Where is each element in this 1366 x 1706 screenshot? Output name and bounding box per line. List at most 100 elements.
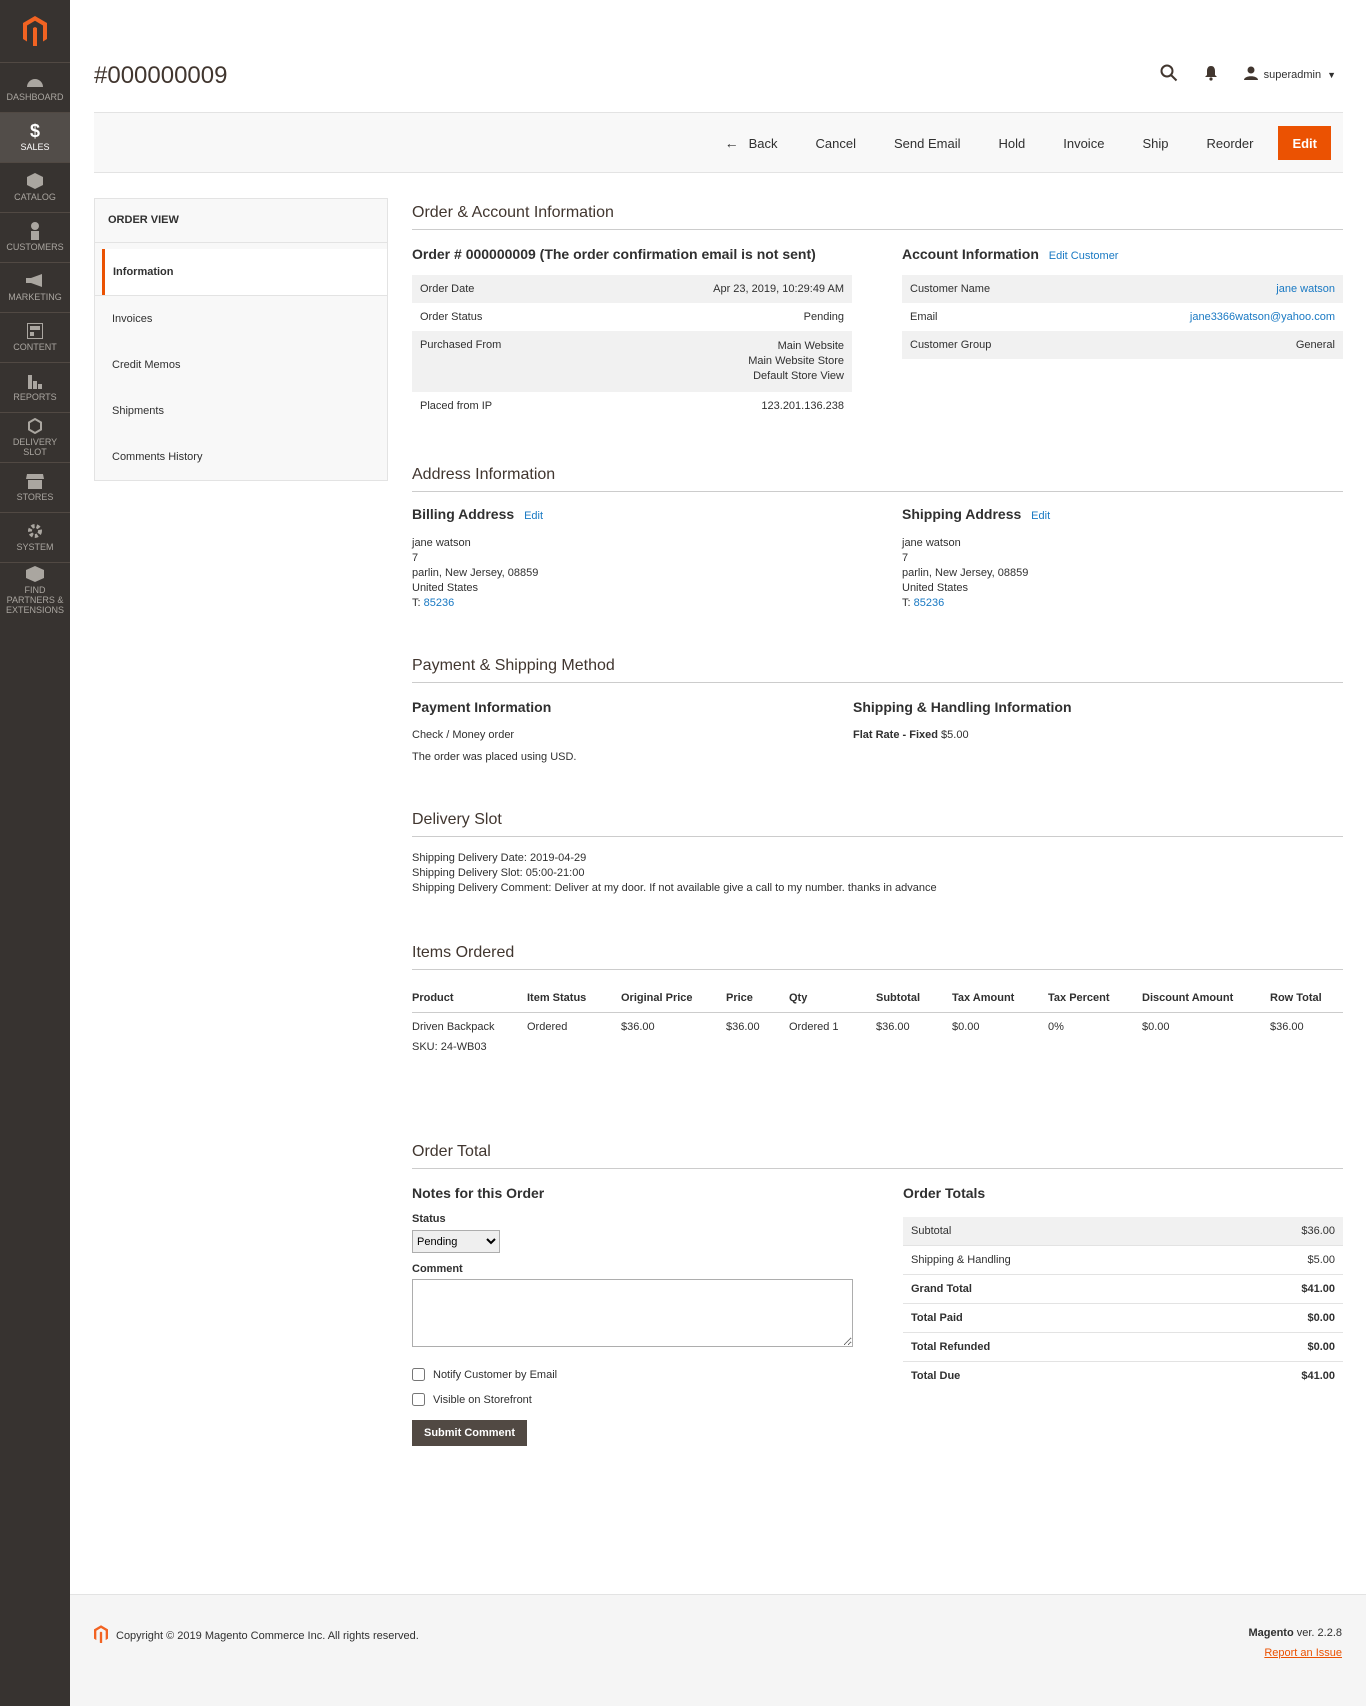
- section-title-delivery: Delivery Slot: [412, 811, 1343, 837]
- customer-name-link[interactable]: jane watson: [1276, 283, 1335, 295]
- customer-email-link[interactable]: jane3366watson@yahoo.com: [1190, 311, 1335, 323]
- tabs-title: ORDER VIEW: [95, 199, 387, 243]
- notify-customer-checkbox[interactable]: [412, 1368, 425, 1381]
- send-email-button[interactable]: Send Email: [875, 126, 979, 160]
- row-value: Pending: [803, 311, 844, 323]
- row-label: Customer Name: [902, 275, 1069, 303]
- shipping-phone-link[interactable]: 85236: [914, 597, 945, 609]
- hexagon-icon: [26, 418, 44, 434]
- comment-textarea[interactable]: [412, 1279, 853, 1347]
- nav-catalog[interactable]: CATALOG: [0, 162, 70, 212]
- nav-sales[interactable]: $ SALES: [0, 112, 70, 162]
- totals-heading: Order Totals: [903, 1185, 986, 1201]
- nav-system[interactable]: SYSTEM: [0, 512, 70, 562]
- order-content: Order & Account Information Order # 0000…: [412, 204, 1343, 1446]
- table-row: Customer Name jane watson: [902, 275, 1343, 303]
- tab-shipments[interactable]: Shipments: [95, 388, 387, 434]
- status-label: Status: [412, 1213, 446, 1225]
- edit-shipping-link[interactable]: Edit: [1031, 510, 1050, 522]
- search-icon[interactable]: [1160, 64, 1178, 85]
- table-row: Grand Total $41.00: [903, 1274, 1343, 1304]
- edit-billing-link[interactable]: Edit: [524, 510, 543, 522]
- magento-brand: Magento: [1248, 1627, 1294, 1639]
- tax-amount: $0.00: [952, 1021, 980, 1033]
- tab-comments-history[interactable]: Comments History: [95, 434, 387, 480]
- col-header: Tax Percent: [1048, 984, 1142, 1013]
- payment-method: Check / Money order: [412, 729, 515, 741]
- submit-comment-button[interactable]: Submit Comment: [412, 1420, 528, 1446]
- section-title-order-total: Order Total: [412, 1143, 1343, 1169]
- payment-heading: Payment Information: [412, 699, 552, 715]
- tab-information[interactable]: Information: [102, 249, 387, 295]
- billing-heading: Billing Address: [412, 506, 515, 522]
- copyright-text: Copyright © 2019 Magento Commerce Inc. A…: [116, 1629, 419, 1642]
- cancel-button[interactable]: Cancel: [797, 126, 875, 160]
- delivery-info: Shipping Delivery Date: 2019-04-29 Shipp…: [412, 852, 937, 894]
- row-value: 123.201.136.238: [761, 400, 844, 412]
- nav-delivery-slot[interactable]: DELIVERY SLOT: [0, 412, 70, 462]
- cube-icon: [26, 173, 44, 189]
- store-icon: [26, 473, 44, 489]
- nav-marketing[interactable]: MARKETING: [0, 262, 70, 312]
- comment-label: Comment: [412, 1263, 463, 1275]
- section-title-order-account: Order & Account Information: [412, 204, 1343, 230]
- user-icon: [1243, 66, 1258, 83]
- reorder-button[interactable]: Reorder: [1187, 126, 1272, 160]
- row-label: Customer Group: [902, 331, 1069, 359]
- nav-stores[interactable]: STORES: [0, 462, 70, 512]
- nav-reports[interactable]: REPORTS: [0, 362, 70, 412]
- status-select[interactable]: Pending: [412, 1230, 500, 1253]
- nav-label: MARKETING: [8, 292, 62, 302]
- ship-button[interactable]: Ship: [1123, 126, 1187, 160]
- edit-button[interactable]: Edit: [1278, 126, 1331, 160]
- person-icon: [26, 222, 44, 240]
- col-header: Original Price: [621, 984, 726, 1013]
- nav-label: DASHBOARD: [6, 92, 64, 102]
- magento-logo[interactable]: [0, 0, 70, 62]
- shipping-address: jane watson 7 parlin, New Jersey, 08859 …: [902, 537, 1029, 609]
- section-title-payment: Payment & Shipping Method: [412, 657, 1343, 683]
- col-header: Row Total: [1270, 984, 1343, 1013]
- nav-label: CATALOG: [14, 192, 56, 202]
- back-button[interactable]: ← Back: [706, 126, 797, 160]
- nav-label: FIND PARTNERS & EXTENSIONS: [5, 585, 64, 615]
- nav-find-partners[interactable]: FIND PARTNERS & EXTENSIONS: [0, 562, 70, 618]
- row-value: Apr 23, 2019, 10:29:49 AM: [587, 275, 852, 303]
- col-header: Item Status: [527, 984, 621, 1013]
- edit-customer-link[interactable]: Edit Customer: [1049, 250, 1119, 262]
- tab-invoices[interactable]: Invoices: [95, 296, 387, 342]
- layout-icon: [26, 323, 44, 339]
- nav-content[interactable]: CONTENT: [0, 312, 70, 362]
- notifications-bell-icon[interactable]: [1204, 65, 1218, 84]
- user-menu[interactable]: superadmin ▼: [1243, 66, 1336, 83]
- product-sku: SKU: 24-WB03: [412, 1041, 487, 1053]
- table-row: Driven Backpack SKU: 24-WB03 Ordered $36…: [412, 1013, 1343, 1062]
- discount-amount: $0.00: [1142, 1021, 1170, 1033]
- purchased-from-store: Main Website Store: [748, 355, 844, 367]
- hold-button[interactable]: Hold: [979, 126, 1044, 160]
- section-title-address: Address Information: [412, 466, 1343, 492]
- row-value: General: [1068, 331, 1343, 359]
- nav-customers[interactable]: CUSTOMERS: [0, 212, 70, 262]
- row-label: Order Status: [420, 311, 483, 323]
- col-header: Discount Amount: [1142, 984, 1270, 1013]
- shipping-info-heading: Shipping & Handling Information: [853, 699, 1072, 715]
- nav-label: CONTENT: [13, 342, 57, 352]
- billing-phone-link[interactable]: 85236: [424, 597, 455, 609]
- invoice-button[interactable]: Invoice: [1044, 126, 1123, 160]
- chevron-down-icon: ▼: [1327, 69, 1336, 80]
- nav-label: SYSTEM: [16, 542, 54, 552]
- nav-label: CUSTOMERS: [6, 242, 64, 252]
- report-issue-link[interactable]: Report an Issue: [1264, 1647, 1342, 1659]
- tab-credit-memos[interactable]: Credit Memos: [95, 342, 387, 388]
- shipping-method: Flat Rate - Fixed: [853, 729, 938, 741]
- nav-label: REPORTS: [13, 392, 57, 402]
- bar-chart-icon: [26, 373, 44, 389]
- nav-dashboard[interactable]: DASHBOARD: [0, 62, 70, 112]
- order-totals-table: Subtotal $36.00 Shipping & Handling $5.0…: [903, 1217, 1343, 1390]
- subtotal: $36.00: [876, 1021, 910, 1033]
- visible-storefront-checkbox[interactable]: [412, 1393, 425, 1406]
- nav-label: STORES: [16, 492, 54, 502]
- col-header: Subtotal: [876, 984, 952, 1013]
- table-row: Placed from IP 123.201.136.238: [412, 392, 852, 420]
